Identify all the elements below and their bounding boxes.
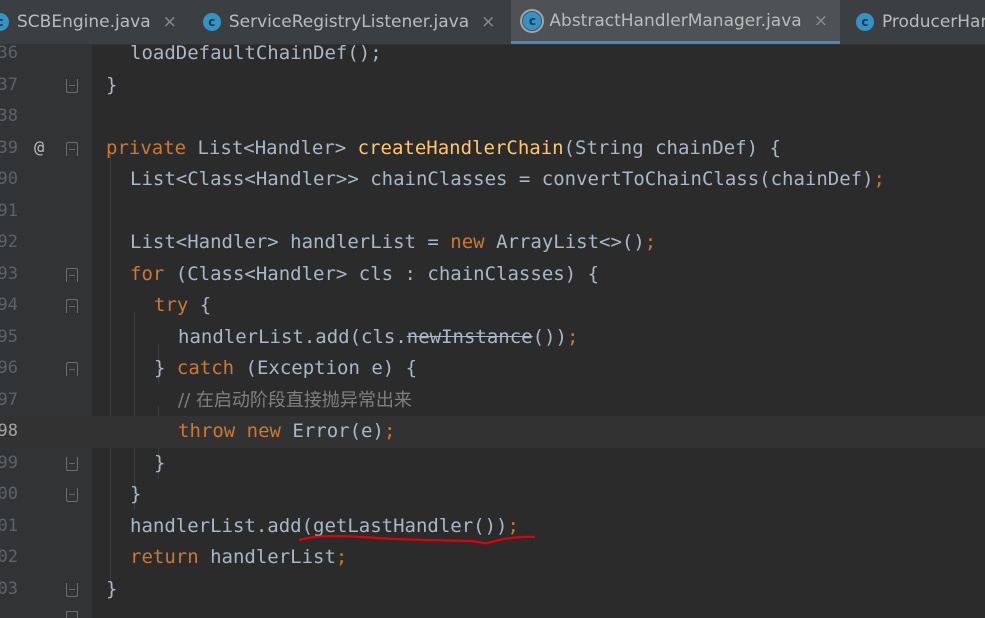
code-segment: ArrayList<>() bbox=[484, 231, 645, 253]
line-number: 95 bbox=[0, 326, 18, 347]
line-number: 91 bbox=[0, 200, 18, 221]
fold-end-icon[interactable]: − bbox=[66, 78, 78, 93]
code-punct: (); bbox=[347, 42, 382, 64]
code-segment: ()) bbox=[532, 325, 567, 348]
close-icon[interactable]: × bbox=[814, 11, 828, 31]
close-icon[interactable]: × bbox=[481, 12, 495, 32]
code-line-current[interactable]: 98 throw new Error(e); bbox=[0, 416, 985, 448]
keyword: new bbox=[450, 231, 485, 253]
fold-start-icon[interactable]: − bbox=[66, 362, 78, 376]
code-comment: // 在启动阶段直接抛异常出来 bbox=[178, 389, 412, 411]
java-class-icon: c bbox=[0, 13, 9, 31]
fold-start-icon[interactable]: − bbox=[66, 141, 78, 156]
code-text: loadDefaultChainDef(); bbox=[130, 38, 382, 70]
method-name: createHandlerChain bbox=[357, 136, 564, 159]
code-punct: ; bbox=[644, 231, 657, 253]
code-text: } catch (Exception e) { bbox=[154, 353, 417, 385]
tab-label: ProducerHan bbox=[881, 12, 985, 32]
fold-marker-partial bbox=[66, 611, 78, 618]
red-underline-annotation bbox=[298, 534, 536, 545]
code-segment: List<Handler> handlerList = bbox=[130, 231, 451, 253]
keyword: for bbox=[130, 262, 165, 285]
line-number: 38 bbox=[0, 106, 18, 126]
code-segment: (Exception e) { bbox=[234, 357, 418, 379]
code-line[interactable]: 97 // 在启动阶段直接抛异常出来 bbox=[0, 385, 985, 417]
code-text: for (Class<Handler> cls : chainClasses) … bbox=[130, 259, 599, 291]
code-line[interactable]: 90 List<Class<Handler>> chainClasses = c… bbox=[0, 164, 985, 196]
line-number: 92 bbox=[0, 232, 18, 252]
line-number: 39 bbox=[0, 137, 18, 158]
java-class-icon: c bbox=[202, 13, 221, 31]
line-number: 00 bbox=[0, 484, 18, 504]
keyword: return bbox=[130, 546, 199, 568]
code-text: } bbox=[106, 73, 118, 96]
code-line[interactable]: 00 − } bbox=[0, 479, 985, 511]
line-number: 37 bbox=[0, 74, 18, 95]
code-segment: (String chainDef) { bbox=[563, 136, 781, 159]
fold-start-icon[interactable]: − bbox=[66, 267, 78, 282]
code-line[interactable]: 91 bbox=[0, 196, 985, 228]
code-text: } bbox=[106, 577, 118, 600]
code-line[interactable]: 03 − } bbox=[0, 574, 985, 606]
line-number: 93 bbox=[0, 263, 18, 284]
code-text: } bbox=[130, 483, 142, 505]
line-number: 90 bbox=[0, 169, 18, 189]
abstract-class-icon: c bbox=[520, 8, 545, 33]
code-segment: Error(e) bbox=[280, 420, 384, 442]
code-segment: { bbox=[188, 294, 212, 316]
method-call: loadDefaultChainDef bbox=[130, 42, 348, 64]
tab-label: AbstractHandlerManager.java bbox=[549, 10, 802, 31]
override-icon[interactable]: @ bbox=[34, 133, 44, 165]
fold-end-icon[interactable]: − bbox=[66, 488, 78, 502]
code-segment: (Class<Handler> cls : chainClasses) { bbox=[164, 262, 600, 285]
java-class-icon: c bbox=[855, 13, 874, 31]
line-number: 36 bbox=[0, 43, 18, 63]
code-line[interactable]: 94 − try { bbox=[0, 290, 985, 322]
code-line[interactable]: 36 loadDefaultChainDef(); bbox=[0, 38, 985, 70]
code-line[interactable]: 93 − for (Class<Handler> cls : chainClas… bbox=[0, 259, 985, 291]
close-icon[interactable]: × bbox=[163, 12, 177, 32]
line-number: 99 bbox=[0, 452, 18, 473]
code-text: handlerList.add(cls.newInstance()); bbox=[178, 322, 578, 354]
line-number: 02 bbox=[0, 547, 18, 567]
code-segment: List<Handler> bbox=[186, 136, 358, 159]
code-line[interactable]: 38 bbox=[0, 101, 985, 133]
line-number: 96 bbox=[0, 358, 18, 378]
code-segment: handlerList.add(cls. bbox=[178, 325, 407, 348]
code-text: List<Class<Handler>> chainClasses = conv… bbox=[130, 164, 885, 196]
code-segment: } bbox=[154, 357, 177, 379]
line-number: 01 bbox=[0, 515, 18, 536]
code-segment: List<Class<Handler>> chainClasses = conv… bbox=[130, 168, 874, 190]
fold-end-icon[interactable]: − bbox=[66, 582, 78, 597]
code-text: try { bbox=[154, 290, 211, 322]
line-number: 94 bbox=[0, 295, 18, 315]
code-text: private List<Handler> createHandlerChain… bbox=[106, 133, 781, 165]
code-punct: ; bbox=[566, 325, 579, 348]
tab-label: SCBEngine.java bbox=[17, 12, 151, 32]
code-punct: ; bbox=[383, 420, 396, 442]
code-punct: ; bbox=[873, 168, 885, 190]
tab-label: ServiceRegistryListener.java bbox=[228, 12, 470, 32]
fold-end-icon[interactable]: − bbox=[66, 456, 78, 471]
keyword: throw bbox=[178, 420, 236, 442]
keyword: new bbox=[246, 420, 281, 442]
keyword: try bbox=[154, 294, 189, 316]
code-line[interactable]: 37 − } bbox=[0, 70, 985, 102]
line-number: 98 bbox=[0, 421, 18, 441]
line-number: 03 bbox=[0, 578, 18, 599]
code-line[interactable]: 92 List<Handler> handlerList = new Array… bbox=[0, 227, 985, 259]
line-number: 97 bbox=[0, 389, 18, 410]
deprecated-method: newInstance bbox=[406, 325, 533, 348]
code-text: List<Handler> handlerList = new ArrayLis… bbox=[130, 227, 656, 259]
keyword: private bbox=[106, 136, 187, 159]
code-line[interactable]: 99 − } bbox=[0, 448, 985, 480]
code-text: throw new Error(e); bbox=[178, 416, 395, 448]
code-line[interactable]: 95 handlerList.add(cls.newInstance()); bbox=[0, 322, 985, 354]
code-line[interactable]: 96 − } catch (Exception e) { bbox=[0, 353, 985, 385]
code-line[interactable]: 39 @ − private List<Handler> createHandl… bbox=[0, 133, 985, 165]
keyword: catch bbox=[176, 357, 235, 379]
code-text: } bbox=[154, 451, 166, 474]
fold-start-icon[interactable]: − bbox=[66, 299, 78, 313]
